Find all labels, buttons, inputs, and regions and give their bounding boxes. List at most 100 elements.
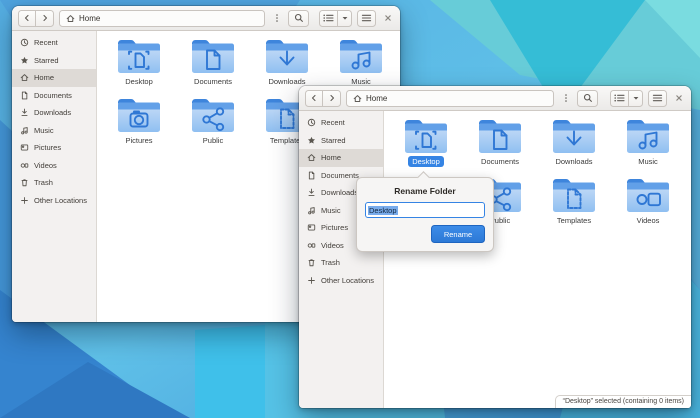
sidebar-item-documents[interactable]: Documents <box>12 87 96 105</box>
view-toggle-group <box>319 10 352 27</box>
downloads-icon <box>264 37 310 75</box>
sidebar-item-label: Downloads <box>34 108 71 117</box>
sidebar-item-other-locations[interactable]: Other Locations <box>299 272 383 290</box>
forward-button[interactable] <box>323 90 341 107</box>
vertical-dots-icon <box>275 13 279 23</box>
view-options-button[interactable] <box>629 90 643 107</box>
sidebar: Recent Starred Home Documents <box>12 31 97 322</box>
sidebar-item-starred[interactable]: Starred <box>12 52 96 70</box>
music-icon <box>625 117 671 155</box>
list-view-icon <box>613 93 626 103</box>
sidebar-item-downloads[interactable]: Downloads <box>12 104 96 122</box>
folder-item-desktop[interactable]: Desktop <box>389 117 463 176</box>
documents-icon <box>20 91 29 100</box>
folder-name-input[interactable]: Desktop <box>365 202 485 218</box>
close-icon <box>675 94 683 102</box>
search-icon <box>583 93 593 103</box>
home-icon <box>307 153 316 162</box>
search-button[interactable] <box>288 10 309 27</box>
videos-icon <box>307 241 316 250</box>
list-view-button[interactable] <box>319 10 338 27</box>
sidebar-item-recent[interactable]: Recent <box>12 34 96 52</box>
sidebar-item-label: Trash <box>321 258 340 267</box>
selected-input-text: Desktop <box>368 206 398 215</box>
sidebar-item-label: Recent <box>34 38 58 47</box>
hamburger-icon <box>651 93 664 103</box>
folder-item-public[interactable]: Public <box>176 96 250 155</box>
sidebar-item-label: Pictures <box>321 223 348 232</box>
chevron-down-icon <box>632 94 640 102</box>
nav-buttons <box>18 10 54 27</box>
folder-label: Downloads <box>551 156 596 167</box>
trash-icon <box>307 258 316 267</box>
sidebar-item-other-locations[interactable]: Other Locations <box>12 192 96 210</box>
sidebar-item-music[interactable]: Music <box>12 122 96 140</box>
sidebar-item-recent[interactable]: Recent <box>299 114 383 132</box>
list-view-button[interactable] <box>610 90 629 107</box>
view-options-button[interactable] <box>338 10 352 27</box>
sidebar-item-label: Music <box>34 126 54 135</box>
forward-button[interactable] <box>36 10 54 27</box>
folder-label: Videos <box>633 215 664 226</box>
sidebar-item-label: Other Locations <box>321 276 374 285</box>
videos-icon <box>20 161 29 170</box>
sidebar-item-home[interactable]: Home <box>299 149 383 167</box>
music-icon <box>307 206 316 215</box>
close-button[interactable] <box>381 10 394 27</box>
trash-icon <box>20 178 29 187</box>
hamburger-menu-button[interactable] <box>357 10 376 27</box>
sidebar-item-label: Music <box>321 206 341 215</box>
sidebar-item-label: Videos <box>34 161 57 170</box>
folder-item-videos[interactable]: Videos <box>611 176 685 235</box>
path-bar[interactable]: Home <box>346 90 554 107</box>
home-icon <box>353 94 362 103</box>
close-button[interactable] <box>672 90 685 107</box>
home-icon <box>66 14 75 23</box>
search-icon <box>294 13 304 23</box>
location-options-button[interactable] <box>559 90 572 107</box>
location-options-button[interactable] <box>270 10 283 27</box>
search-button[interactable] <box>577 90 598 107</box>
plus-icon <box>307 276 316 285</box>
folder-label: Music <box>634 156 662 167</box>
back-button[interactable] <box>18 10 36 27</box>
sidebar-item-home[interactable]: Home <box>12 69 96 87</box>
plus-icon <box>20 196 29 205</box>
folder-label: Desktop <box>408 156 444 167</box>
folder-label: Templates <box>553 215 595 226</box>
home-icon <box>20 73 29 82</box>
hamburger-menu-button[interactable] <box>648 90 667 107</box>
folder-item-pictures[interactable]: Pictures <box>102 96 176 155</box>
sidebar-item-starred[interactable]: Starred <box>299 132 383 150</box>
dialog-actions: Rename <box>365 225 485 243</box>
documents-icon <box>190 37 236 75</box>
sidebar: Recent Starred Home Documents <box>299 111 384 408</box>
recent-icon <box>307 118 316 127</box>
folder-item-documents[interactable]: Documents <box>176 37 250 96</box>
sidebar-item-label: Home <box>34 73 54 82</box>
sidebar-item-trash[interactable]: Trash <box>299 254 383 272</box>
folder-item-desktop[interactable]: Desktop <box>102 37 176 96</box>
folder-item-documents[interactable]: Documents <box>463 117 537 176</box>
path-bar[interactable]: Home <box>59 10 265 27</box>
starred-icon <box>20 56 29 65</box>
sidebar-item-label: Pictures <box>34 143 61 152</box>
pictures-icon <box>116 96 162 134</box>
selection-status-bar: “Desktop” selected (containing 0 items) <box>555 395 691 409</box>
templates-icon <box>551 176 597 214</box>
sidebar-item-videos[interactable]: Videos <box>12 157 96 175</box>
public-icon <box>190 96 236 134</box>
music-icon <box>20 126 29 135</box>
music-icon <box>338 37 384 75</box>
file-view: Desktop Documents Downloads <box>384 111 691 408</box>
sidebar-item-trash[interactable]: Trash <box>12 174 96 192</box>
sidebar-item-pictures[interactable]: Pictures <box>12 139 96 157</box>
folder-item-downloads[interactable]: Downloads <box>537 117 611 176</box>
sidebar-item-label: Downloads <box>321 188 358 197</box>
folder-item-music[interactable]: Music <box>611 117 685 176</box>
sidebar-item-label: Documents <box>321 171 359 180</box>
folder-item-templates[interactable]: Templates <box>537 176 611 235</box>
downloads-icon <box>551 117 597 155</box>
rename-button[interactable]: Rename <box>431 225 485 243</box>
back-button[interactable] <box>305 90 323 107</box>
